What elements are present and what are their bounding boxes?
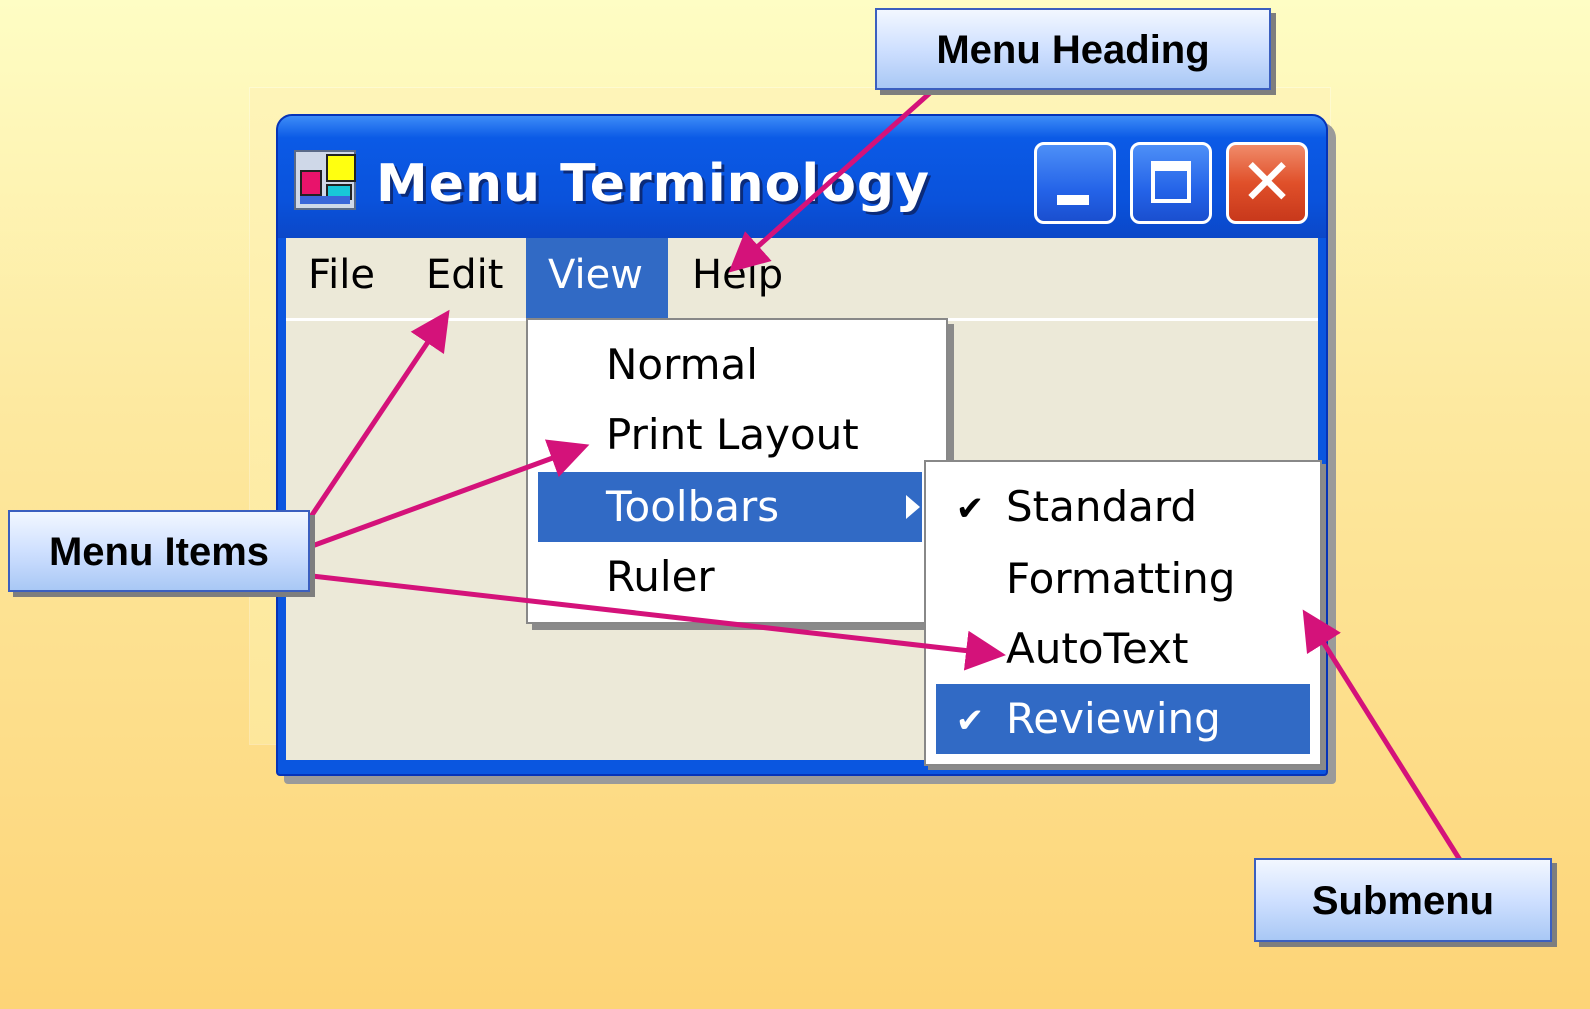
menu-item-label: Normal — [606, 340, 758, 389]
minimize-icon — [1057, 195, 1089, 205]
menu-edit[interactable]: Edit — [404, 238, 525, 318]
checkmark-icon: ✔ — [955, 489, 985, 529]
app-icon — [294, 150, 356, 210]
toolbars-submenu: ✔ Standard Formatting AutoText ✔ Reviewi… — [924, 460, 1322, 766]
callout-menu-heading: Menu Heading — [875, 8, 1271, 90]
close-button[interactable]: ✕ — [1226, 142, 1308, 224]
menu-item-print-layout[interactable]: Print Layout — [538, 400, 922, 470]
submenu-item-reviewing[interactable]: ✔ Reviewing — [936, 684, 1310, 754]
menu-view[interactable]: View — [526, 238, 668, 318]
submenu-item-label: AutoText — [1006, 624, 1189, 673]
menu-file[interactable]: File — [286, 238, 397, 318]
submenu-item-formatting[interactable]: Formatting — [936, 544, 1310, 614]
view-menu-dropdown: Normal Print Layout Toolbars Ruler — [526, 318, 948, 624]
arrow-to-submenu — [1302, 609, 1463, 862]
callout-submenu: Submenu — [1254, 858, 1552, 942]
close-icon: ✕ — [1240, 146, 1294, 220]
submenu-item-standard[interactable]: ✔ Standard — [936, 472, 1310, 542]
submenu-item-label: Formatting — [1006, 554, 1236, 603]
submenu-item-autotext[interactable]: AutoText — [936, 614, 1310, 684]
maximize-icon — [1151, 161, 1191, 203]
menu-item-toolbars[interactable]: Toolbars — [538, 472, 922, 542]
title-bar[interactable]: Menu Terminology ✕ — [278, 116, 1326, 238]
submenu-arrow-icon — [906, 495, 920, 519]
menu-help[interactable]: Help — [670, 238, 805, 318]
menu-item-label: Ruler — [606, 552, 715, 601]
submenu-item-label: Standard — [1006, 482, 1198, 531]
menu-item-ruler[interactable]: Ruler — [538, 542, 922, 612]
menu-item-label: Toolbars — [606, 482, 780, 531]
checkmark-icon: ✔ — [955, 701, 985, 741]
menu-item-label: Print Layout — [606, 410, 859, 459]
maximize-button[interactable] — [1130, 142, 1212, 224]
window-title: Menu Terminology — [376, 154, 931, 214]
menu-bar: File Edit View Help — [286, 238, 1318, 321]
minimize-button[interactable] — [1034, 142, 1116, 224]
callout-menu-items: Menu Items — [8, 510, 310, 592]
submenu-item-label: Reviewing — [1006, 694, 1221, 743]
menu-item-normal[interactable]: Normal — [538, 330, 922, 400]
